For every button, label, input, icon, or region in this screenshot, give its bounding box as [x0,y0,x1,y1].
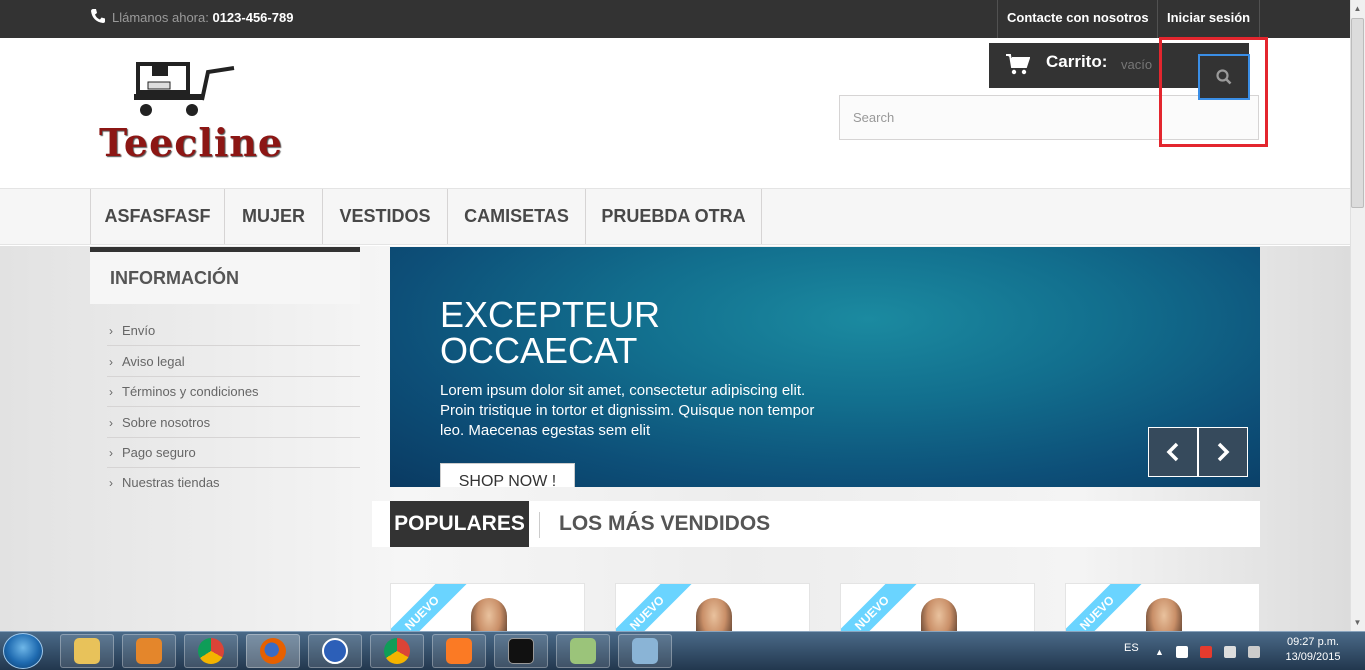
sidebar-item-nuestras-tiendas[interactable]: › Nuestras tiendas [107,468,360,498]
network-icon[interactable] [1224,646,1236,658]
chevron-right-icon [1217,442,1230,462]
logo-text: Teecline [99,120,284,165]
tab-populares[interactable]: POPULARES [390,501,529,547]
store-logo[interactable]: Teecline [96,58,284,168]
chevron-left-icon [1166,442,1179,462]
home-slider: EXCEPTEUR OCCAECAT Lorem ipsum dolor sit… [390,247,1260,487]
chevron-right-icon: › [109,324,113,338]
clock-time: 09:27 p.m. [1287,636,1339,648]
notepad-plus-icon [570,638,596,664]
taskbar-compass[interactable] [308,634,362,668]
menu-item-pruebda-otra[interactable]: PRUEBDA OTRA [586,189,762,244]
sidebar-item-envio[interactable]: › Envío [107,316,360,346]
sidebar-item-terminos[interactable]: › Términos y condiciones [107,377,360,407]
cart-label: Carrito: [1046,52,1108,71]
tab-divider [539,512,540,538]
scroll-down-arrow-icon[interactable]: ▼ [1350,614,1365,631]
chevron-right-icon: › [109,355,113,369]
slider-next-button[interactable] [1198,427,1248,477]
tray-flag-icon[interactable] [1176,646,1188,658]
clock-date: 13/09/2015 [1285,651,1341,663]
call-us: Llámanos ahora: 0123-456-789 [90,0,293,38]
sidebar-item-aviso-legal[interactable]: › Aviso legal [107,347,360,377]
start-button[interactable] [3,633,43,669]
sidebar-item-label: Pago seguro [122,445,196,460]
taskbar-xampp[interactable] [432,634,486,668]
tray-clock[interactable]: 09:27 p.m. 13/09/2015 [1277,635,1349,665]
firefox-icon [260,638,286,664]
taskbar-firefox[interactable] [246,634,300,668]
sidebar-item-sobre-nosotros[interactable]: › Sobre nosotros [107,408,360,438]
phone-number: 0123-456-789 [212,10,294,25]
tray-expand-icon[interactable]: ▲ [1155,646,1167,658]
chevron-right-icon: › [109,476,113,490]
information-title: INFORMACIÓN [110,268,239,288]
cart-truck-logo-icon [134,62,235,116]
terminal-icon [508,638,534,664]
taskbar-chrome[interactable] [184,634,238,668]
menu-item-vestidos[interactable]: VESTIDOS [323,189,448,244]
taskbar-chrome-2[interactable] [370,634,424,668]
taskbar-notepadpp[interactable] [556,634,610,668]
tray-language[interactable]: ES [1124,642,1139,654]
xampp-icon [446,638,472,664]
volume-icon[interactable] [1248,646,1260,658]
taskbar-app-window[interactable] [618,634,672,668]
scrollbar-thumb[interactable] [1351,18,1364,208]
chevron-right-icon: › [109,446,113,460]
slide-description: Lorem ipsum dolor sit amet, consectetur … [440,382,815,439]
taskbar-cmd[interactable] [494,634,548,668]
sidebar-item-label: Envío [122,323,156,338]
slide-title: EXCEPTEUR OCCAECAT [440,294,661,371]
highlight-box [1159,37,1268,147]
login-link[interactable]: Iniciar sesión [1157,0,1261,38]
shop-now-button[interactable]: SHOP NOW ! [440,463,575,487]
taskbar-media-player[interactable] [122,634,176,668]
scroll-up-arrow-icon[interactable]: ▲ [1350,0,1365,17]
chevron-right-icon: › [109,385,113,399]
media-player-icon [136,638,162,664]
cart-status: vacío [1121,57,1153,72]
menu-item-camisetas[interactable]: CAMISETAS [448,189,586,244]
contact-link[interactable]: Contacte con nosotros [997,0,1158,38]
menu-item-mujer[interactable]: MUJER [225,189,323,244]
sidebar-item-label: Términos y condiciones [122,384,259,399]
chevron-right-icon: › [109,416,113,430]
taskbar-explorer[interactable] [60,634,114,668]
call-label: Llámanos ahora: [112,10,209,25]
information-block-title: INFORMACIÓN [90,247,360,304]
compass-icon [322,638,348,664]
sidebar-item-pago-seguro[interactable]: › Pago seguro [107,438,360,468]
chrome-icon [384,638,410,664]
shopping-cart-icon [1006,54,1030,75]
tab-best-sellers[interactable]: LOS MÁS VENDIDOS [559,501,770,547]
menu-item-asfasfasf[interactable]: ASFASFASF [90,189,225,244]
top-bar: Llámanos ahora: 0123-456-789 Contacte co… [0,0,1350,38]
phone-icon [91,9,105,23]
main-menu: ASFASFASF MUJER VESTIDOS CAMISETAS PRUEB… [0,188,1350,245]
sidebar-item-label: Aviso legal [122,354,185,369]
folder-icon [74,638,100,664]
tray-app-icon[interactable] [1200,646,1212,658]
slider-prev-button[interactable] [1148,427,1198,477]
chrome-icon [198,638,224,664]
window-icon [632,638,658,664]
sidebar-item-label: Nuestras tiendas [122,475,220,490]
sidebar-item-label: Sobre nosotros [122,415,211,430]
